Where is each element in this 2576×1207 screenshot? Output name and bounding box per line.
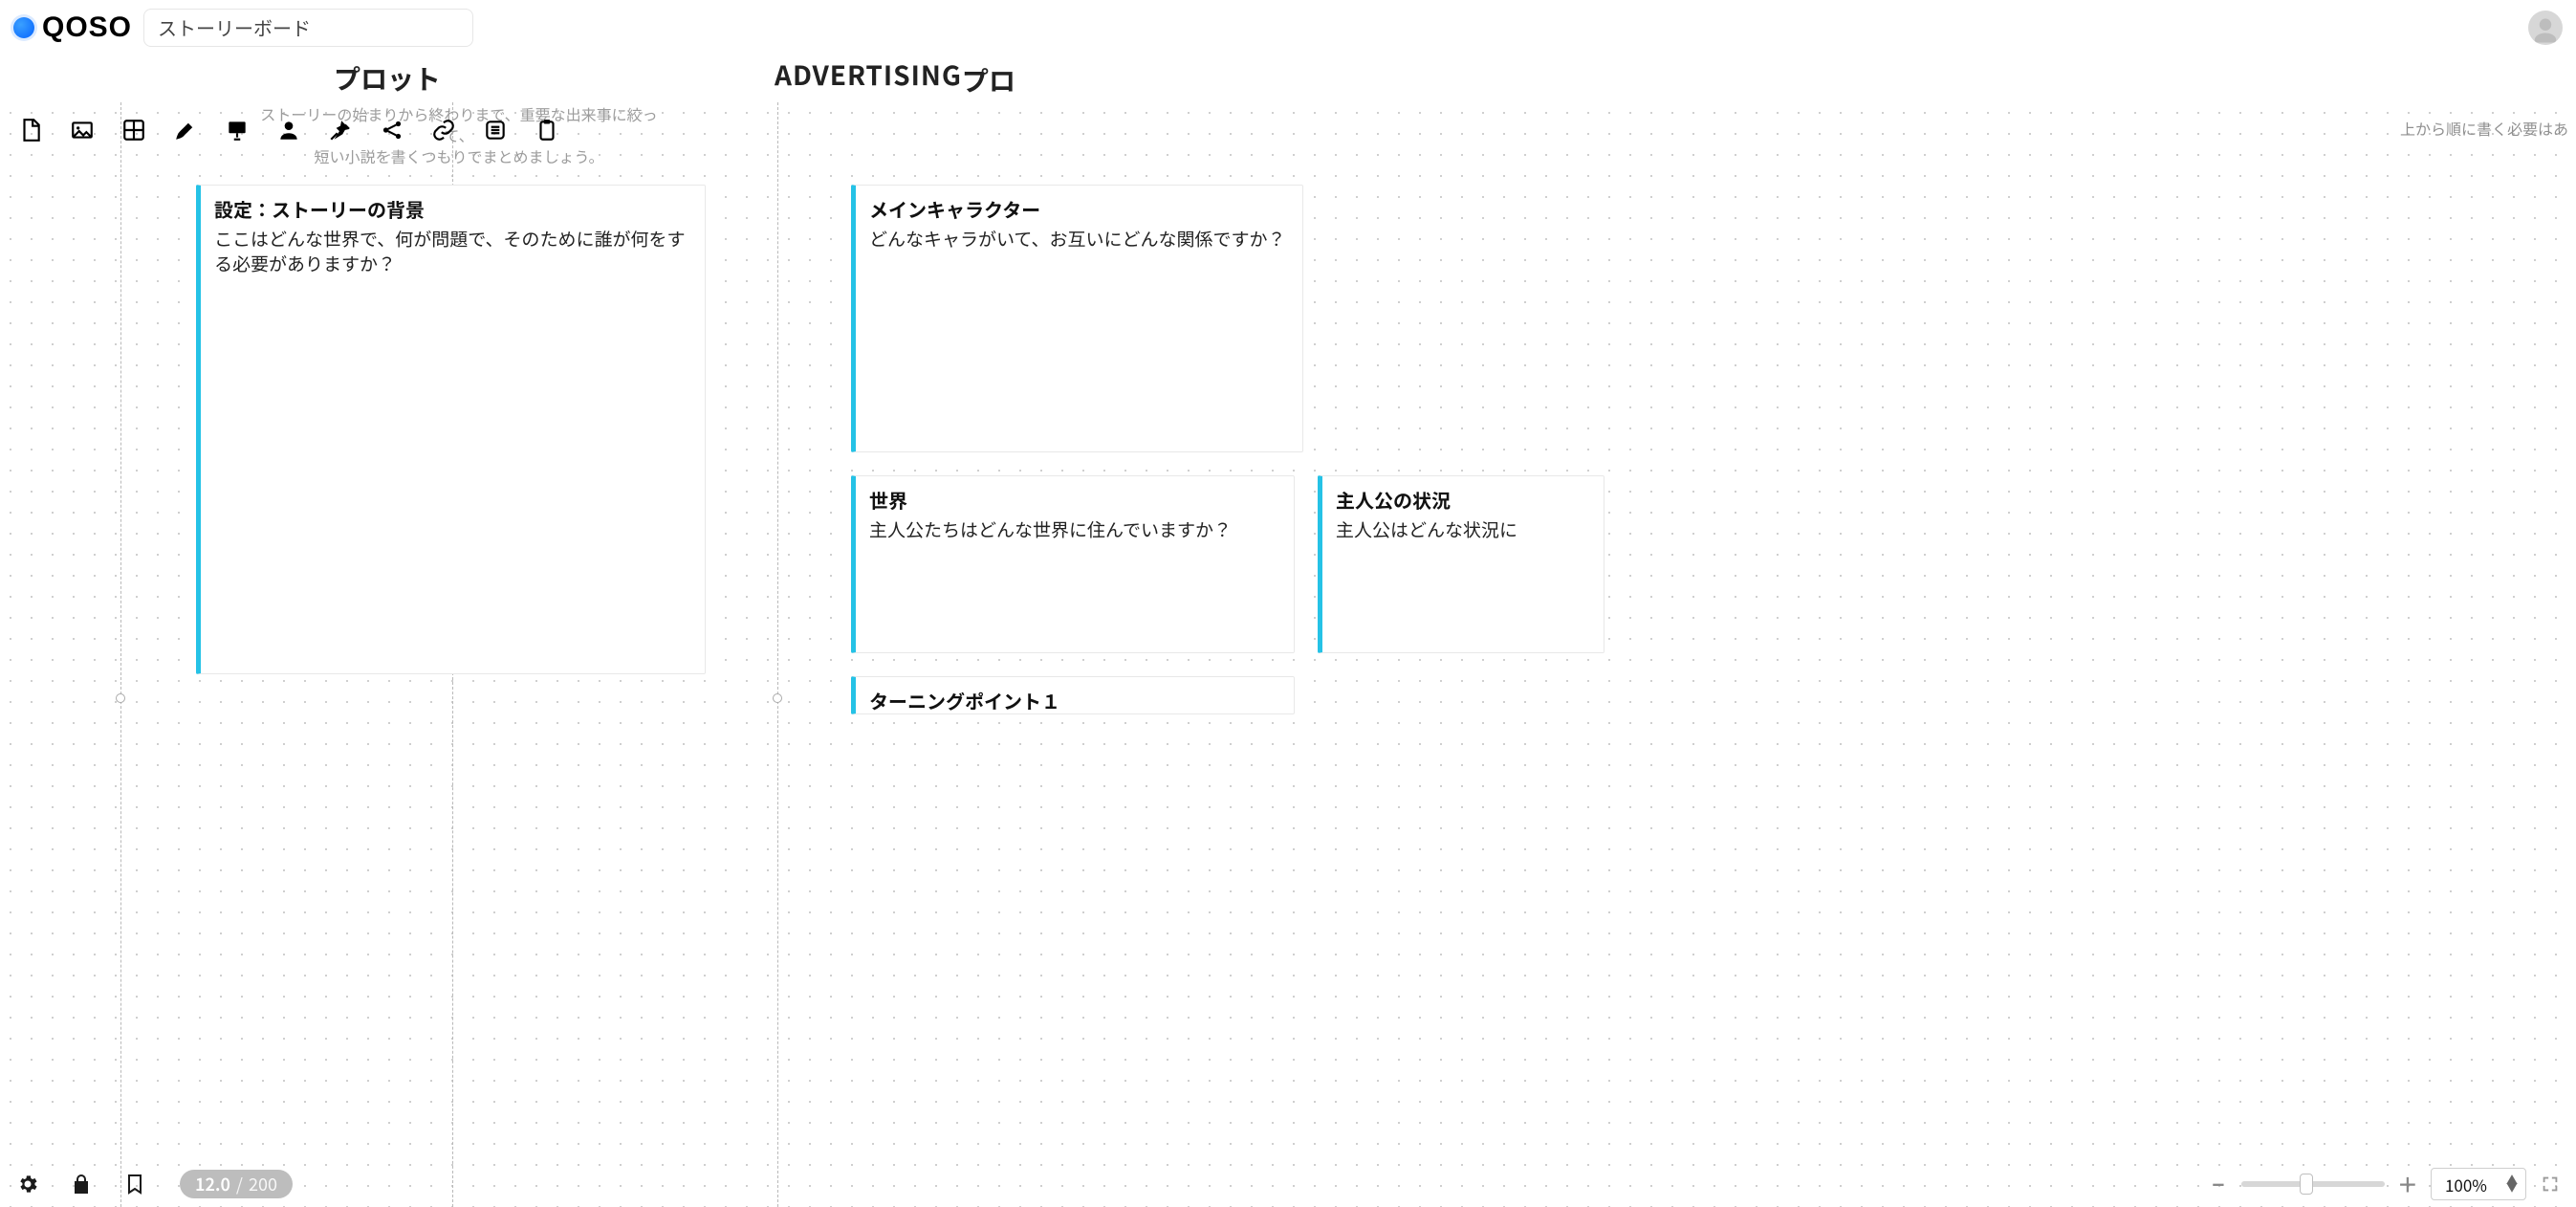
tab-plot[interactable]: プロット (0, 59, 775, 101)
guide-marker (773, 693, 782, 703)
link-icon[interactable] (430, 117, 457, 143)
app-header: QOSO (0, 0, 2576, 55)
card-body: ここはどんな世界で、何が問題で、そのために誰が何をする必要がありますか？ (214, 227, 689, 276)
card-title: 設定：ストーリーの背景 (214, 195, 689, 223)
card-body: 主人公はどんな状況に (1336, 517, 1588, 542)
zoom-value: 100% (2445, 1173, 2487, 1196)
user-icon (2531, 16, 2560, 45)
zoom-in-button[interactable]: ＋ (2398, 1174, 2417, 1194)
zoom-out-button[interactable]: − (2209, 1174, 2228, 1194)
clipboard-icon[interactable] (534, 117, 560, 143)
lock-icon[interactable] (69, 1172, 94, 1196)
logo-mark-icon (13, 17, 34, 38)
zoom-controls: − ＋ 100% ▲▼ (2209, 1168, 2561, 1200)
guide-marker (116, 693, 125, 703)
board-title-input[interactable] (143, 9, 473, 47)
avatar[interactable] (2528, 11, 2563, 45)
board-canvas[interactable]: 設定：ストーリーの背景ここはどんな世界で、何が問題で、そのために誰が何をする必要… (0, 102, 2576, 1207)
pin-icon[interactable] (327, 117, 354, 143)
guide-line (777, 102, 778, 1207)
counter-total: 200 (249, 1172, 277, 1196)
grid-icon[interactable] (120, 117, 147, 143)
person-icon[interactable] (275, 117, 302, 143)
zoom-slider[interactable] (2241, 1181, 2385, 1187)
logo-text: QOSO (42, 11, 132, 44)
chevron-updown-icon: ▲▼ (2506, 1176, 2518, 1192)
card-protagonist-situation[interactable]: 主人公の状況主人公はどんな状況に (1318, 475, 1605, 653)
tab-pro[interactable]: プロ (962, 61, 1000, 101)
fullscreen-icon[interactable] (2540, 1174, 2561, 1195)
ad-label: ADVERTISING (775, 55, 962, 101)
zoom-slider-thumb[interactable] (2300, 1174, 2313, 1195)
zoom-counter: 12.0 / 200 (180, 1170, 293, 1198)
card-title: メインキャラクター (869, 195, 1287, 223)
gear-icon[interactable] (15, 1172, 40, 1196)
card-body: どんなキャラがいて、お互いにどんな関係ですか？ (869, 227, 1287, 252)
bookmark-icon[interactable] (122, 1172, 147, 1196)
share-icon[interactable] (379, 117, 405, 143)
card-main-characters[interactable]: メインキャラクターどんなキャラがいて、お互いにどんな関係ですか？ (851, 185, 1303, 452)
card-body: 主人公たちはどんな世界に住んでいますか？ (869, 517, 1278, 542)
card-title: 世界 (869, 486, 1278, 514)
toolbar (0, 102, 2576, 158)
app-logo[interactable]: QOSO (13, 11, 132, 44)
document-icon[interactable] (17, 117, 44, 143)
list-icon[interactable] (482, 117, 509, 143)
card-world[interactable]: 世界主人公たちはどんな世界に住んでいますか？ (851, 475, 1295, 653)
card-setup[interactable]: 設定：ストーリーの背景ここはどんな世界で、何が問題で、そのために誰が何をする必要… (196, 185, 706, 674)
card-turning-point-1[interactable]: ターニングポイント１ (851, 676, 1295, 714)
pen-icon[interactable] (172, 117, 199, 143)
card-title: 主人公の状況 (1336, 486, 1588, 514)
presentation-icon[interactable] (224, 117, 251, 143)
card-title: ターニングポイント１ (869, 687, 1278, 714)
guide-line (120, 102, 121, 1207)
image-icon[interactable] (69, 117, 96, 143)
footer-bar: 12.0 / 200 − ＋ 100% ▲▼ (0, 1161, 2576, 1207)
counter-current: 12.0 (195, 1172, 230, 1196)
zoom-select[interactable]: 100% ▲▼ (2431, 1168, 2526, 1200)
tab-row: プロット ADVERTISING プロ (0, 55, 2576, 101)
